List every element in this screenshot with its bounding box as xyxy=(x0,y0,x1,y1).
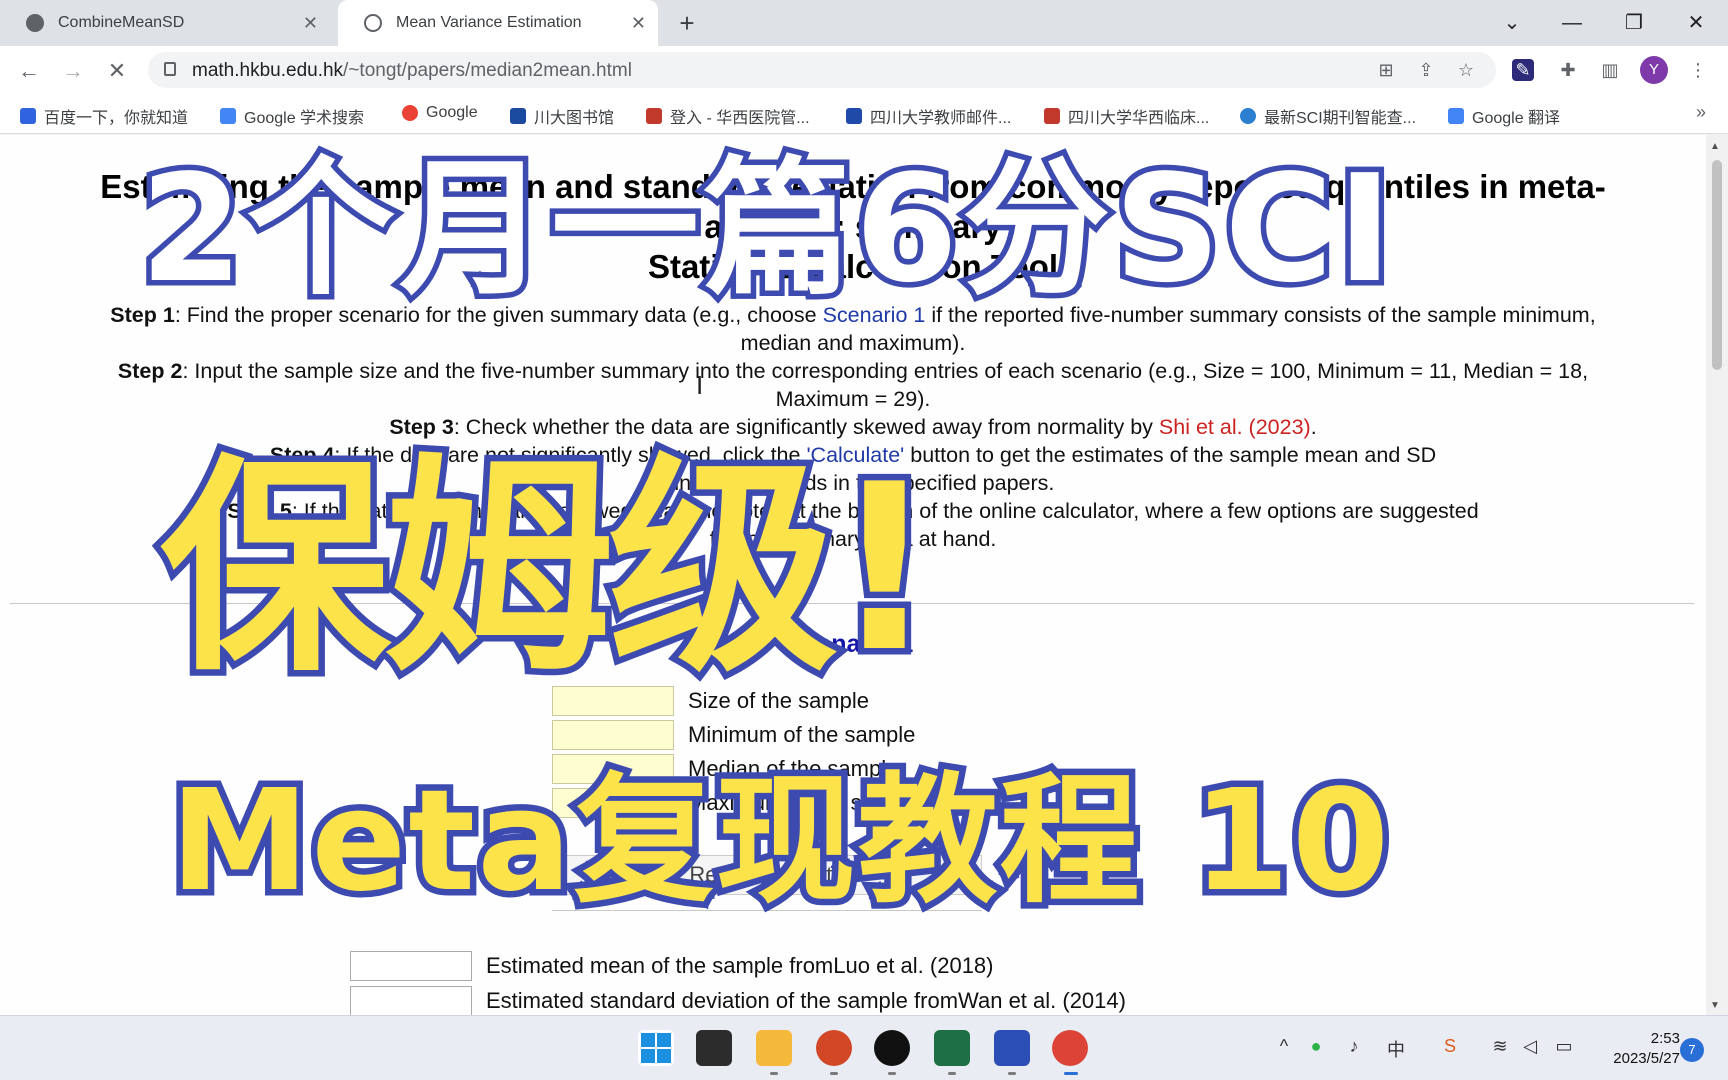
running-indicator xyxy=(830,1072,838,1075)
tab-combinemeansd[interactable]: CombineMeanSD ✕ xyxy=(0,0,330,46)
tab-strip: CombineMeanSD ✕ Mean Variance Estimation… xyxy=(0,0,1728,46)
loading-icon xyxy=(364,14,382,32)
microphone-icon[interactable]: ♪ xyxy=(1342,1036,1366,1057)
translate-page-icon[interactable]: ⊞ xyxy=(1374,58,1398,82)
side-panel-icon[interactable]: ▥ xyxy=(1596,56,1624,84)
show-hidden-icons-chevron-icon[interactable]: ^ xyxy=(1272,1036,1296,1057)
close-tab-icon[interactable]: ✕ xyxy=(631,13,646,34)
start-menu-icon[interactable] xyxy=(638,1030,674,1066)
baidu-icon xyxy=(20,108,36,124)
page-scrollbar[interactable]: ▲ ▼ xyxy=(1706,135,1728,1015)
notification-badge[interactable]: 7 xyxy=(1680,1038,1704,1062)
active-indicator xyxy=(1064,1072,1078,1075)
estimated-sd-output xyxy=(350,986,472,1015)
url-text[interactable]: math.hkbu.edu.hk/~tongt/papers/median2me… xyxy=(192,60,632,82)
close-tab-icon[interactable]: ✕ xyxy=(303,13,318,34)
tab-mean-variance-estimation[interactable]: Mean Variance Estimation ✕ xyxy=(338,0,658,46)
wifi-icon[interactable]: ≋ xyxy=(1488,1036,1512,1057)
volume-icon[interactable]: ◁ xyxy=(1518,1036,1542,1057)
overlay-subheadline: 保姆级! xyxy=(154,430,944,710)
tab-title: Mean Variance Estimation xyxy=(396,14,582,31)
taskbar: ^ ● ♪ 中 S ≋ ◁ ▭ 2:53 2023/5/27 7 xyxy=(0,1015,1728,1080)
ime-indicator[interactable]: 中 xyxy=(1384,1036,1408,1062)
shi-2023-link[interactable]: Shi et al. (2023) xyxy=(1159,415,1311,439)
scroll-down-arrow-icon[interactable]: ▼ xyxy=(1710,1000,1720,1011)
task-view-icon[interactable] xyxy=(696,1030,732,1066)
restore-button[interactable]: ❐ xyxy=(1614,8,1654,38)
wan-2014-link[interactable]: Wan et al. (2014) xyxy=(958,988,1126,1014)
running-indicator xyxy=(948,1072,956,1075)
browser-toolbar: ← → ✕ math.hkbu.edu.hk/~tongt/papers/med… xyxy=(0,46,1728,94)
overlay-episode-title: Meta复现教程 10 xyxy=(163,754,1395,930)
window-close-button[interactable]: ✕ xyxy=(1676,8,1716,38)
overlay-headline: 2个月一篇6分SCI xyxy=(134,138,1397,321)
wechat-icon[interactable]: ● xyxy=(1304,1036,1328,1057)
excel-icon[interactable] xyxy=(934,1030,970,1066)
translate-icon xyxy=(1448,108,1464,124)
screen-recorder-icon[interactable] xyxy=(874,1030,910,1066)
powerpoint-icon[interactable] xyxy=(816,1030,852,1066)
running-indicator xyxy=(770,1072,778,1075)
address-bar[interactable]: math.hkbu.edu.hk/~tongt/papers/median2me… xyxy=(148,52,1496,88)
bookmark-google-translate[interactable]: Google 翻译 xyxy=(1448,104,1560,128)
luo-2018-link[interactable]: Luo et al. (2018) xyxy=(833,953,993,979)
battery-icon[interactable]: ▭ xyxy=(1552,1036,1576,1057)
globe-icon xyxy=(26,14,44,32)
extension-icon[interactable]: ✎ xyxy=(1512,59,1534,81)
estimated-sd-row: Estimated standard deviation of the samp… xyxy=(350,985,1126,1015)
scroll-thumb[interactable] xyxy=(1712,160,1722,370)
chrome-icon[interactable] xyxy=(1052,1030,1088,1066)
running-indicator xyxy=(1008,1072,1016,1075)
profile-avatar[interactable]: Y xyxy=(1640,56,1668,84)
app-5-icon[interactable] xyxy=(994,1030,1030,1066)
back-button[interactable]: ← xyxy=(14,56,44,86)
lock-icon[interactable] xyxy=(164,62,176,76)
tab-search-button[interactable]: ⌄ xyxy=(1492,8,1532,38)
stop-loading-button[interactable]: ✕ xyxy=(102,56,132,86)
forward-button[interactable]: → xyxy=(58,56,88,86)
sogou-ime-icon[interactable]: S xyxy=(1438,1036,1462,1057)
bookmarks-overflow-icon[interactable]: » xyxy=(1696,102,1706,123)
share-icon[interactable]: ⇪ xyxy=(1414,58,1438,82)
bookmark-star-icon[interactable]: ☆ xyxy=(1454,58,1478,82)
system-clock[interactable]: 2:53 2023/5/27 xyxy=(1588,1029,1680,1069)
estimated-mean-row: Estimated mean of the sample from Luo et… xyxy=(350,950,994,982)
scroll-up-arrow-icon[interactable]: ▲ xyxy=(1710,141,1720,152)
tab-title: CombineMeanSD xyxy=(58,14,185,31)
menu-kebab-icon[interactable]: ⋮ xyxy=(1684,56,1712,84)
running-indicator xyxy=(888,1072,896,1075)
estimated-mean-output xyxy=(350,951,472,981)
extensions-puzzle-icon[interactable]: ✚ xyxy=(1554,56,1582,84)
file-explorer-icon[interactable] xyxy=(756,1030,792,1066)
new-tab-button[interactable]: + xyxy=(672,8,702,38)
minimize-button[interactable]: — xyxy=(1552,8,1592,38)
